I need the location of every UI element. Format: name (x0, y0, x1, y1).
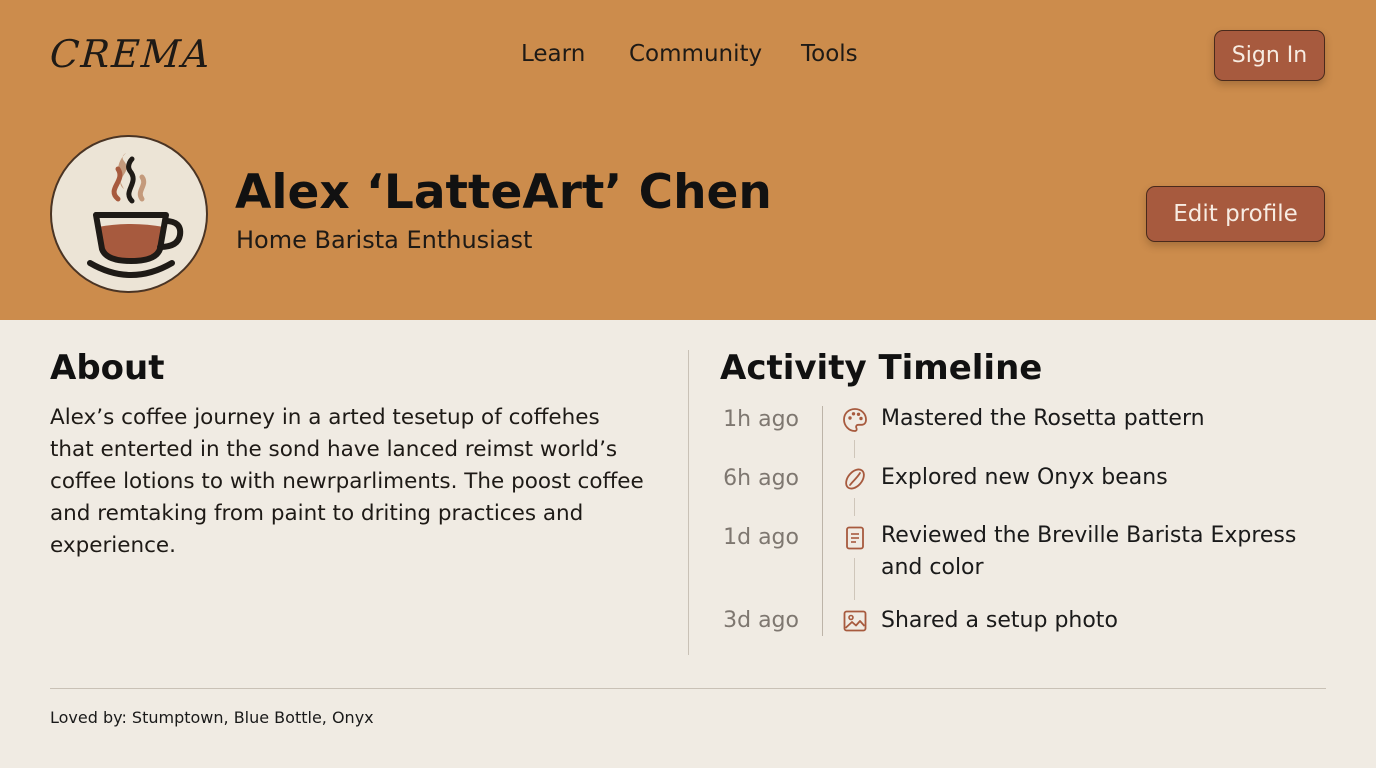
nav-link-tools[interactable]: Tools (801, 41, 858, 67)
timeline-connector (854, 440, 855, 458)
coffee-cup-icon (87, 153, 184, 278)
timeline-rail (822, 406, 823, 636)
timeline-connector (854, 498, 855, 516)
timeline-time: 1d ago (723, 525, 799, 550)
palette-icon (843, 408, 867, 432)
sign-in-button[interactable]: Sign In (1214, 30, 1325, 81)
timeline-time: 3d ago (723, 608, 799, 633)
footer-divider (50, 688, 1326, 689)
timeline-text[interactable]: Shared a setup photo (881, 605, 1301, 637)
nav-link-community[interactable]: Community (629, 41, 762, 67)
profile-name: Alex ‘LatteArt’ Chen (235, 165, 772, 220)
image-icon (843, 610, 867, 632)
profile-subtitle: Home Barista Enthusiast (236, 226, 533, 254)
document-icon (846, 526, 864, 550)
nav-link-learn[interactable]: Learn (521, 41, 585, 67)
timeline-text[interactable]: Mastered the Rosetta pattern (881, 403, 1301, 435)
activity-title: Activity Timeline (720, 348, 1043, 388)
edit-profile-button[interactable]: Edit profile (1146, 186, 1325, 242)
about-title: About (50, 348, 165, 388)
timeline-time: 1h ago (723, 407, 799, 432)
timeline-text[interactable]: Explored new Onyx beans (881, 462, 1301, 494)
avatar[interactable] (50, 135, 208, 293)
about-text: Alex’s coffee journey in a arted tesetup… (50, 405, 644, 558)
profile-header: CREMA Learn Community Tools Sign In Alex… (0, 0, 1376, 320)
column-divider (688, 350, 689, 655)
timeline-time: 6h ago (723, 466, 799, 491)
coffee-bean-icon (845, 468, 865, 490)
timeline-connector (854, 558, 855, 600)
top-nav: Learn Community Tools (0, 41, 1376, 71)
footer-text: Loved by: Stumptown, Blue Bottle, Onyx (50, 708, 374, 727)
timeline-text[interactable]: Reviewed the Breville Barista Express an… (881, 520, 1301, 584)
